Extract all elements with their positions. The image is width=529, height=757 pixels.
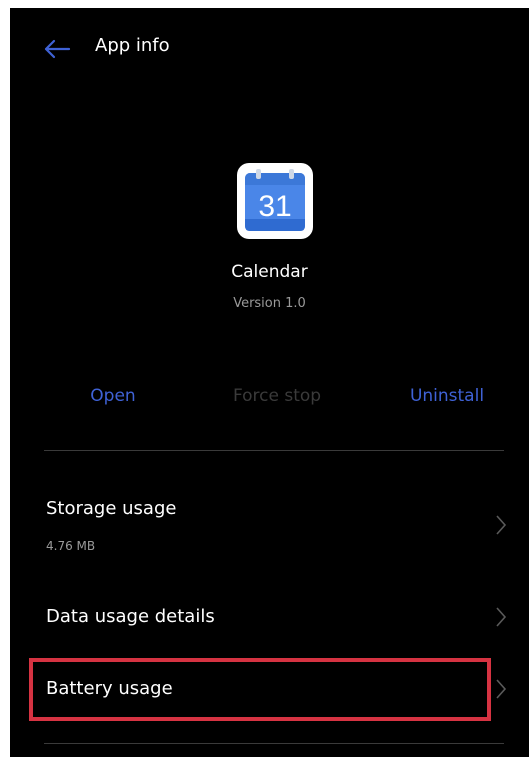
chevron-right-icon: [496, 607, 507, 627]
chevron-right-icon: [496, 515, 507, 535]
force-stop-button[interactable]: Force stop: [215, 386, 339, 406]
page-title: App info: [95, 35, 170, 56]
divider: [44, 450, 504, 451]
battery-usage-row[interactable]: Battery usage: [10, 658, 529, 722]
divider: [44, 743, 504, 744]
data-usage-label: Data usage details: [46, 606, 215, 627]
storage-usage-value: 4.76 MB: [46, 539, 96, 553]
top-bar: App info: [10, 8, 529, 88]
app-version: Version 1.0: [233, 296, 306, 311]
storage-usage-label: Storage usage: [46, 498, 177, 519]
back-button[interactable]: [40, 34, 74, 64]
arrow-left-icon: [44, 39, 71, 59]
battery-usage-label: Battery usage: [46, 678, 173, 699]
open-button[interactable]: Open: [68, 386, 158, 406]
data-usage-row[interactable]: Data usage details: [10, 593, 529, 653]
calendar-app-icon: 31: [237, 163, 313, 239]
storage-usage-row[interactable]: Storage usage 4.76 MB: [10, 488, 529, 568]
uninstall-button[interactable]: Uninstall: [402, 386, 492, 406]
calendar-day-number: 31: [258, 190, 291, 223]
app-name: Calendar: [231, 262, 308, 282]
app-info-screen: App info 31 Calendar Version 1.0 Open Fo…: [10, 8, 529, 757]
chevron-right-icon: [496, 679, 507, 699]
